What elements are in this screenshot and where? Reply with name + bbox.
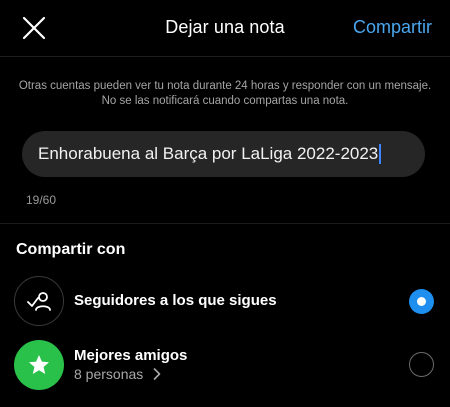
note-input[interactable]: Enhorabuena al Barça por LaLiga 2022-202… <box>22 131 425 177</box>
divider <box>0 223 450 224</box>
share-button[interactable]: Compartir <box>353 17 432 38</box>
divider <box>0 56 450 57</box>
followers-check-icon <box>14 276 64 326</box>
option-sublabel-text: 8 personas <box>74 366 144 382</box>
text-caret <box>379 144 382 164</box>
chevron-right-icon <box>153 367 161 383</box>
info-text: Otras cuentas pueden ver tu nota durante… <box>18 80 432 107</box>
radio-selected[interactable] <box>409 289 434 314</box>
section-title: Compartir con <box>16 241 126 258</box>
note-input-value: Enhorabuena al Barça por LaLiga 2022-202… <box>38 144 379 163</box>
radio-unselected[interactable] <box>409 352 434 377</box>
character-counter: 19/60 <box>26 193 57 207</box>
option-label: Mejores amigos <box>74 347 188 364</box>
option-close-friends[interactable]: Mejores amigos 8 personas <box>0 335 450 395</box>
star-icon <box>14 340 64 390</box>
option-sublabel: 8 personas <box>74 366 161 383</box>
option-label: Seguidores a los que sigues <box>74 292 277 309</box>
header: Dejar una nota Compartir <box>0 0 450 56</box>
option-followers[interactable]: Seguidores a los que sigues <box>0 271 450 331</box>
